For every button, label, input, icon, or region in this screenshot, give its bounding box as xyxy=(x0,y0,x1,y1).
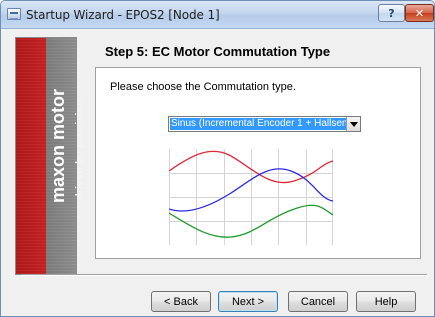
commutation-type-select[interactable]: Sinus (Incremental Encoder 1 + Hallsenso… xyxy=(168,116,361,132)
step-title: Step 5: EC Motor Commutation Type xyxy=(105,44,331,59)
back-button[interactable]: < Back xyxy=(151,291,211,312)
help-button[interactable]: Help xyxy=(356,291,416,312)
brand-name: maxon motor xyxy=(48,88,68,203)
window-app-icon xyxy=(7,8,21,20)
help-caption-button[interactable]: ? xyxy=(378,4,405,22)
next-button[interactable]: Next > xyxy=(218,291,278,312)
brand-tagline: driven by precision xyxy=(74,99,86,200)
footer-separator xyxy=(21,274,427,276)
chevron-down-icon[interactable] xyxy=(346,117,360,131)
startup-wizard-window: Startup Wizard - EPOS2 [Node 1] ? ✕ maxo… xyxy=(0,0,435,317)
commutation-prompt: Please choose the Commutation type. xyxy=(110,81,296,93)
close-caption-button[interactable]: ✕ xyxy=(405,4,434,22)
title-bar[interactable]: Startup Wizard - EPOS2 [Node 1] ? ✕ xyxy=(1,1,434,29)
commutation-diagram xyxy=(169,149,333,245)
cancel-button[interactable]: Cancel xyxy=(288,291,348,312)
window-title: Startup Wizard - EPOS2 [Node 1] xyxy=(26,8,220,22)
commutation-type-value[interactable]: Sinus (Incremental Encoder 1 + Hallsenso… xyxy=(170,118,346,130)
